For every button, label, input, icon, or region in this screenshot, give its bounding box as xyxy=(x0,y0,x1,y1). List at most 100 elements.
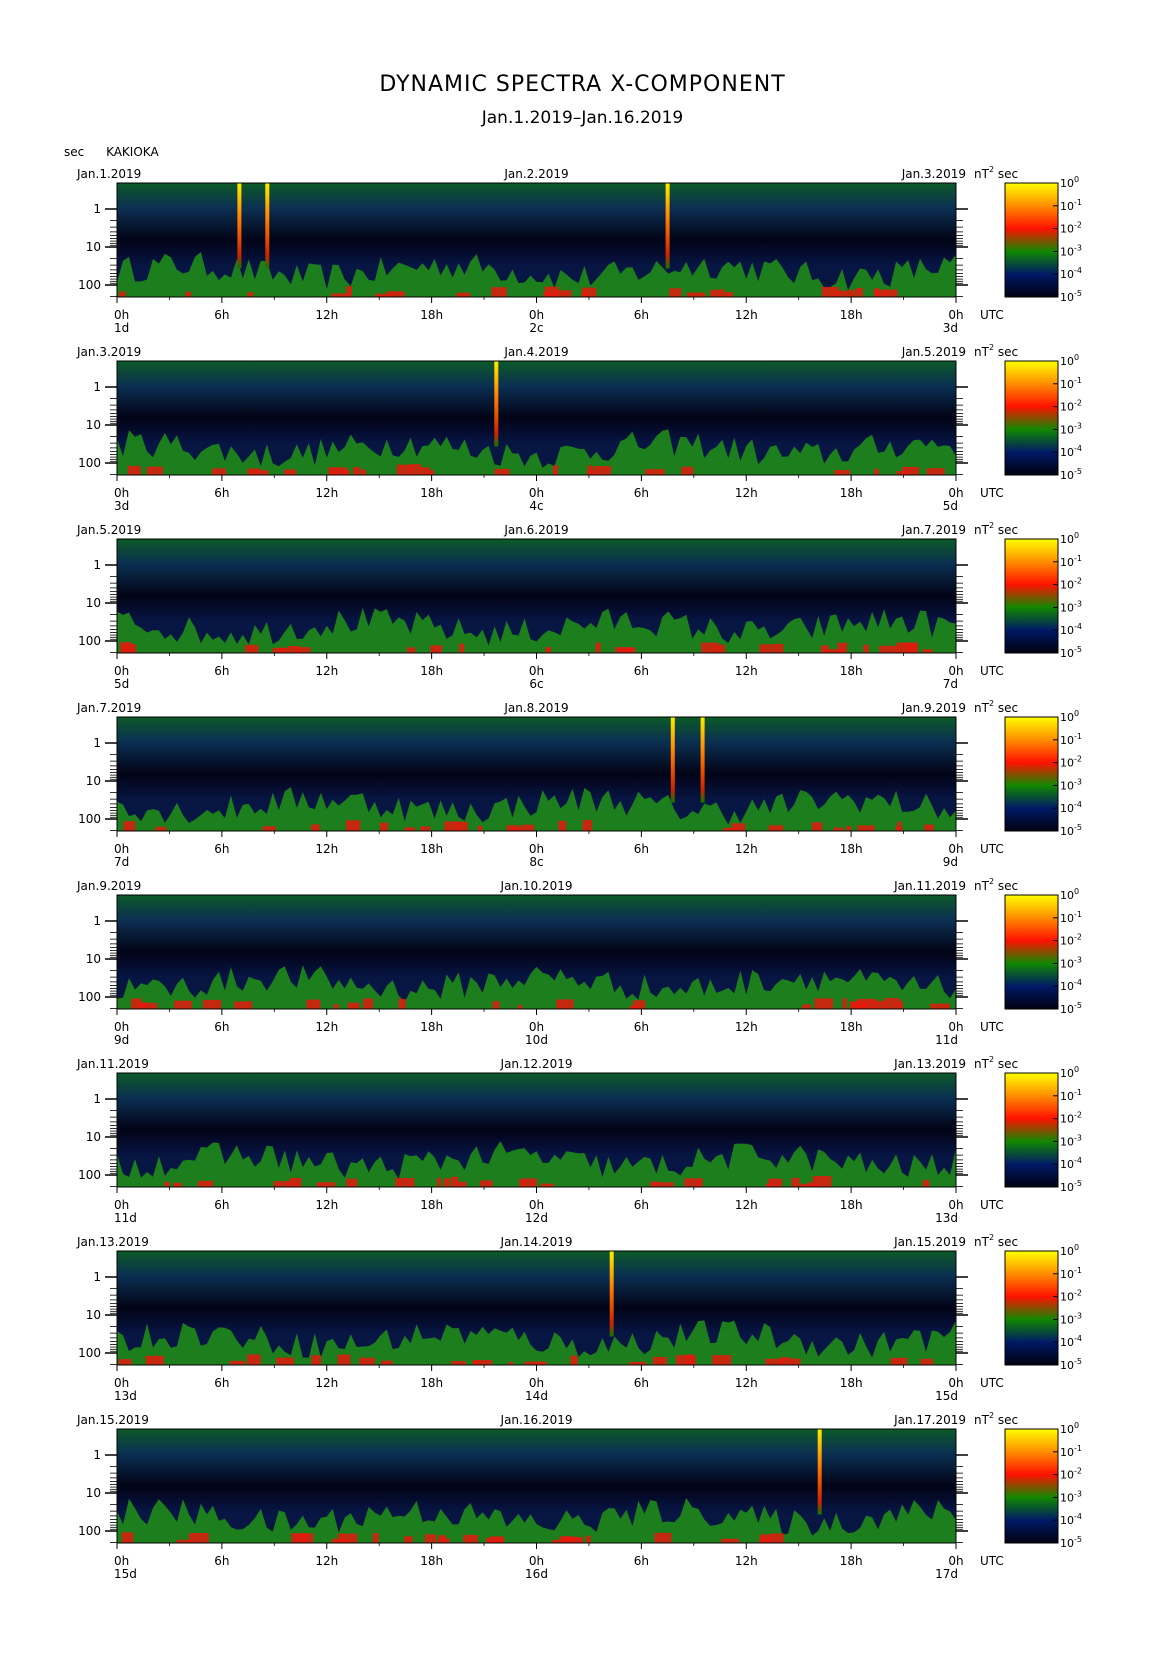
activity-hotspot xyxy=(519,1178,525,1187)
spectral-spike xyxy=(665,183,670,269)
day-label-mid: 12d xyxy=(525,1211,548,1225)
utc-label: UTC xyxy=(980,664,1004,678)
colorbar-tick-label: 10-4 xyxy=(1060,800,1082,815)
right-date-label: Jan.17.2019 xyxy=(893,1413,966,1427)
y-tick-label: 10 xyxy=(86,240,101,254)
activity-hotspot xyxy=(472,1360,479,1365)
mid-date-label: Jan.14.2019 xyxy=(500,1235,573,1249)
colorbar-tick-label: 100 xyxy=(1060,1243,1079,1258)
activity-hotspot xyxy=(347,1002,360,1009)
colorbar-tick-label: 10-2 xyxy=(1060,1289,1082,1304)
activity-hotspot xyxy=(404,827,416,831)
activity-hotspot xyxy=(565,1537,570,1543)
activity-hotspot xyxy=(140,1002,149,1009)
y-tick-label: 10 xyxy=(86,1130,101,1144)
activity-hotspot xyxy=(924,824,934,831)
utc-label: UTC xyxy=(980,1554,1004,1568)
colorbar-tick-label: 10-3 xyxy=(1060,599,1082,614)
day-label-start: 11d xyxy=(114,1211,137,1225)
activity-hotspot xyxy=(212,468,226,475)
x-tick-label: 6h xyxy=(634,308,649,322)
colorbar-tick-label: 10-5 xyxy=(1060,1535,1082,1550)
activity-hotspot xyxy=(247,1354,261,1365)
colorbar-tick-label: 100 xyxy=(1060,1065,1079,1080)
day-label-start: 1d xyxy=(114,321,129,335)
x-tick-label: 0h xyxy=(948,1020,963,1034)
activity-hotspot xyxy=(295,1533,314,1543)
colorbar-tick-label: 10-4 xyxy=(1060,1156,1082,1171)
activity-hotspot xyxy=(846,826,852,831)
x-tick-label: 0h xyxy=(529,842,544,856)
spectral-spike xyxy=(817,1429,822,1515)
x-tick-label: 6h xyxy=(214,1020,229,1034)
activity-hotspot xyxy=(723,292,733,297)
spectral-spike xyxy=(670,717,675,803)
activity-hotspot xyxy=(890,1357,908,1365)
activity-hotspot xyxy=(930,1003,950,1009)
x-tick-label: 18h xyxy=(420,664,443,678)
x-tick-label: 0h xyxy=(529,1020,544,1034)
right-date-label: Jan.15.2019 xyxy=(893,1235,966,1249)
day-label-start: 7d xyxy=(114,855,129,869)
x-tick-label: 12h xyxy=(735,1376,758,1390)
activity-hotspot xyxy=(873,289,888,297)
activity-hotspot xyxy=(287,646,301,653)
activity-hotspot xyxy=(834,470,850,475)
colorbar-tick-label: 10-5 xyxy=(1060,1001,1082,1016)
activity-hotspot xyxy=(438,1535,446,1543)
x-tick-label: 6h xyxy=(214,842,229,856)
colorbar-unit-label: nT2 sec xyxy=(974,1233,1018,1249)
colorbar-tick-label: 10-3 xyxy=(1060,777,1082,792)
x-tick-label: 18h xyxy=(840,1376,863,1390)
colorbar-tick-label: 10-1 xyxy=(1060,910,1082,925)
y-tick-label: 100 xyxy=(78,990,101,1004)
activity-hotspot xyxy=(145,1355,164,1365)
activity-hotspot xyxy=(712,1355,732,1365)
x-tick-label: 18h xyxy=(420,486,443,500)
activity-hotspot xyxy=(517,1004,523,1009)
colorbar-tick-label: 100 xyxy=(1060,353,1079,368)
activity-hotspot xyxy=(654,1532,672,1543)
colorbar-tick-label: 10-5 xyxy=(1060,1357,1082,1372)
activity-hotspot xyxy=(155,826,167,831)
y-tick-label: 10 xyxy=(86,1486,101,1500)
right-date-label: Jan.3.2019 xyxy=(901,167,966,181)
mid-date-label: Jan.6.2019 xyxy=(503,523,568,537)
x-tick-label: 0h xyxy=(114,1376,129,1390)
activity-hotspot xyxy=(770,1533,784,1543)
colorbar xyxy=(1004,360,1059,476)
y-tick-label: 10 xyxy=(86,418,101,432)
x-tick-label: 0h xyxy=(114,1198,129,1212)
x-tick-label: 12h xyxy=(315,1020,338,1034)
activity-hotspot xyxy=(404,1536,413,1543)
colorbar-unit-label: nT2 sec xyxy=(974,877,1018,893)
colorbar xyxy=(1004,716,1059,832)
x-tick-label: 0h xyxy=(114,842,129,856)
activity-hotspot xyxy=(661,1182,674,1187)
activity-hotspot xyxy=(456,292,471,297)
x-tick-label: 0h xyxy=(529,664,544,678)
panel-6: Jan.11.2019 Jan.12.2019 Jan.13.2019 nT2 sec… xyxy=(76,1055,1082,1225)
x-tick-label: 12h xyxy=(315,842,338,856)
day-label-end: 17d xyxy=(935,1567,958,1581)
colorbar-tick-label: 10-3 xyxy=(1060,243,1082,258)
left-date-label: Jan.7.2019 xyxy=(76,701,141,715)
x-tick-label: 18h xyxy=(420,1376,443,1390)
x-tick-label: 12h xyxy=(315,1376,338,1390)
left-date-label: Jan.5.2019 xyxy=(76,523,141,537)
colorbar-tick-label: 10-2 xyxy=(1060,933,1082,948)
colorbar xyxy=(1004,894,1059,1010)
activity-hotspot xyxy=(345,820,361,831)
x-tick-label: 6h xyxy=(634,842,649,856)
x-tick-label: 0h xyxy=(114,1020,129,1034)
activity-hotspot xyxy=(721,1538,739,1543)
activity-hotspot xyxy=(455,1181,467,1187)
x-tick-label: 12h xyxy=(315,1198,338,1212)
activity-hotspot xyxy=(687,292,706,297)
activity-hotspot xyxy=(253,470,269,475)
day-label-mid: 6c xyxy=(529,677,543,691)
y-tick-label: 100 xyxy=(78,634,101,648)
x-tick-label: 0h xyxy=(948,1376,963,1390)
activity-hotspot xyxy=(814,998,834,1009)
activity-hotspot xyxy=(328,467,347,475)
